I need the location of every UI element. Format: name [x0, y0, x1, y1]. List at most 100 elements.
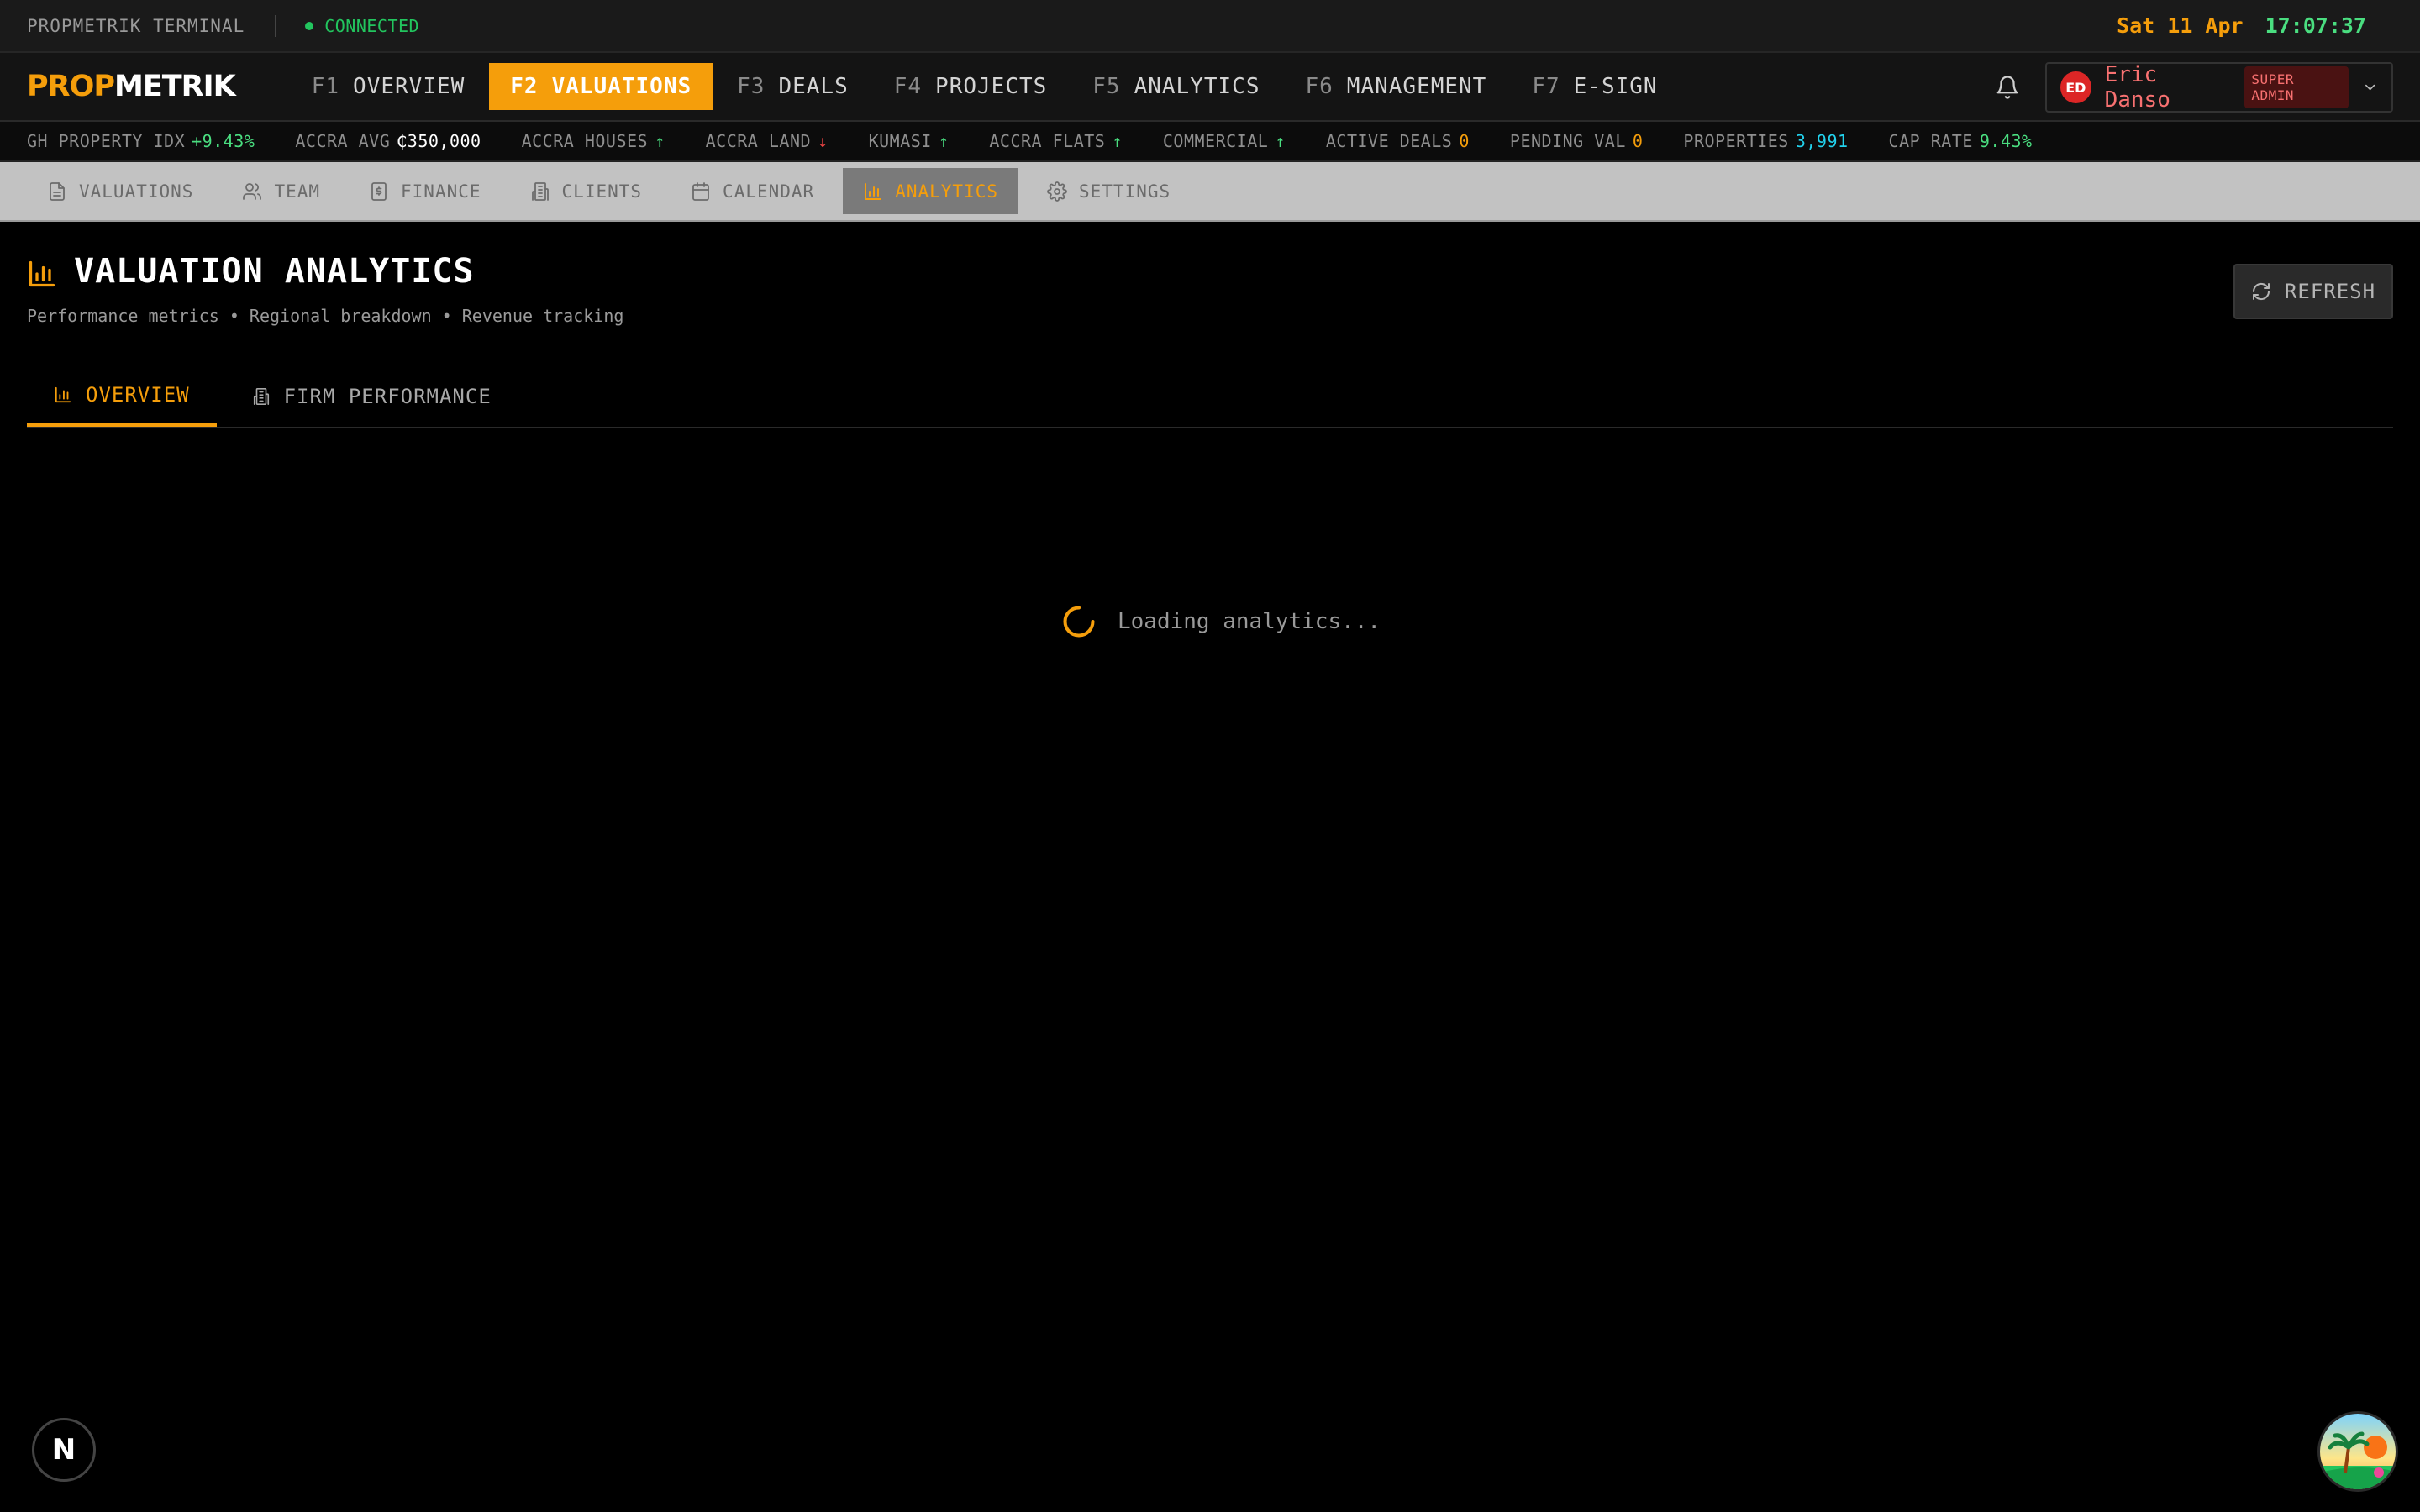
nav-item-valuations[interactable]: F2 VALUATIONS: [489, 63, 713, 110]
ticker-value: 3,991: [1795, 131, 1849, 151]
nav-item-management[interactable]: F6 MANAGEMENT: [1284, 63, 1507, 110]
subnav-item-calendar[interactable]: CALENDAR: [671, 168, 834, 214]
subnav-label: ANALYTICS: [895, 181, 998, 202]
avatar: ED: [2060, 71, 2091, 103]
subnav-item-team[interactable]: TEAM: [222, 168, 340, 214]
subnav-item-finance[interactable]: FINANCE: [349, 168, 502, 214]
loading-text: Loading analytics...: [1118, 609, 1381, 634]
ticker-item: GH PROPERTY IDX +9.43%: [27, 131, 255, 151]
nav-hotkey: F6: [1305, 74, 1334, 99]
nav-item-analytics[interactable]: F5 ANALYTICS: [1071, 63, 1281, 110]
nav-item-projects[interactable]: F4 PROJECTS: [873, 63, 1069, 110]
ticker-label: ACCRA FLATS: [989, 131, 1106, 151]
ticker-label: KUMASI: [868, 131, 932, 151]
ticker-item: ACCRA HOUSES ↑: [522, 131, 666, 151]
page-title: VALUATION ANALYTICS: [74, 252, 475, 291]
ticker-label: ACCRA HOUSES: [521, 131, 649, 151]
ticker-value: 9.43%: [1979, 131, 2033, 151]
nav-item-e-sign[interactable]: F7 E-SIGN: [1511, 63, 1678, 110]
ticker-item: PROPERTIES 3,991: [1683, 131, 1848, 151]
ticker-item: ACTIVE DEALS 0: [1326, 131, 1470, 151]
nav-label: MANAGEMENT: [1346, 74, 1487, 99]
ticker-value: ↓: [818, 131, 829, 151]
document-icon: [50, 181, 65, 201]
nav-label: ANALYTICS: [1134, 74, 1260, 99]
nav-item-overview[interactable]: F1 OVERVIEW: [291, 63, 487, 110]
subnav-label: CALENDAR: [723, 181, 815, 202]
refresh-icon: [2252, 282, 2270, 301]
nav-label: E-SIGN: [1573, 74, 1658, 99]
building-icon: [531, 181, 549, 201]
nav-hotkey: F5: [1092, 74, 1121, 99]
ticker-value: +9.43%: [192, 131, 255, 151]
ticker-label: CAP RATE: [1888, 131, 1973, 151]
gear-icon: [1047, 181, 1067, 202]
ticker-label: COMMERCIAL: [1162, 131, 1269, 151]
refresh-label: REFRESH: [2284, 280, 2376, 303]
ticker-item: ACCRA FLATS ↑: [989, 131, 1123, 151]
subnav-label: VALUATIONS: [79, 181, 194, 202]
tab-firm-performance[interactable]: FIRM PERFORMANCE: [225, 366, 518, 427]
subnav-label: CLIENTS: [561, 181, 643, 202]
refresh-button[interactable]: REFRESH: [2233, 264, 2393, 319]
ticker-label: ACCRA AVG: [295, 131, 391, 151]
spinner-icon: [1063, 606, 1095, 638]
bell-icon[interactable]: [1995, 73, 2020, 102]
dollar-file-icon: [371, 181, 387, 201]
clock: Sat 11 Apr 17:07:37: [2117, 13, 2366, 38]
sub-nav: VALUATIONS TEAM FINANCE CLIENTS CALENDAR…: [0, 162, 2420, 222]
ticker-label: ACCRA LAND: [705, 131, 812, 151]
ticker-item: PENDING VAL 0: [1510, 131, 1644, 151]
logo-part-metrik: METRIK: [114, 70, 236, 103]
next-devtools-button[interactable]: N: [32, 1418, 96, 1482]
subnav-label: TEAM: [274, 181, 321, 202]
market-ticker: GH PROPERTY IDX +9.43% ACCRA AVG ₵350,000 …: [0, 122, 2420, 162]
connection-dot-icon: [305, 21, 314, 30]
subnav-item-analytics[interactable]: ANALYTICS: [843, 168, 1018, 214]
nav-label: PROJECTS: [935, 74, 1048, 99]
tab-overview[interactable]: OVERVIEW: [27, 366, 217, 427]
brand-logo[interactable]: PROPMETRIK: [27, 70, 236, 103]
users-icon: [243, 182, 262, 200]
bar-chart-icon: [55, 386, 71, 403]
clock-time: 17:07:37: [2265, 13, 2366, 38]
ticker-item: KUMASI ↑: [869, 131, 950, 151]
ticker-value: ↑: [938, 131, 950, 151]
loading-indicator: Loading analytics...: [1060, 603, 1381, 640]
ticker-value: ↑: [1275, 131, 1286, 151]
ticker-value: ↑: [655, 131, 666, 151]
bar-chart-icon: [865, 182, 882, 200]
nav-hotkey: F2: [510, 74, 539, 99]
user-name: Eric Danso: [2104, 62, 2170, 113]
bar-chart-icon: [29, 260, 55, 287]
ticker-label: PENDING VAL: [1509, 131, 1626, 151]
beach-widget-button[interactable]: [2317, 1411, 2398, 1492]
tab-label: FIRM PERFORMANCE: [283, 385, 492, 408]
subnav-label: SETTINGS: [1079, 181, 1171, 202]
terminal-title: PROPMETRIK TERMINAL: [27, 15, 245, 36]
user-menu[interactable]: ED Eric Danso SUPER ADMIN: [2045, 62, 2393, 113]
page-subtitle: Performance metrics • Regional breakdown…: [27, 306, 624, 326]
nav-item-deals[interactable]: F3 DEALS: [716, 63, 870, 110]
status-divider: [275, 14, 277, 37]
ticker-item: ACCRA AVG ₵350,000: [295, 131, 481, 151]
clock-date: Sat 11 Apr: [2117, 13, 2244, 38]
nav-label: OVERVIEW: [353, 74, 466, 99]
subnav-item-valuations[interactable]: VALUATIONS: [27, 168, 213, 214]
ticker-value: 0: [1632, 131, 1644, 151]
building-icon: [253, 388, 269, 405]
ticker-value: ₵350,000: [397, 131, 481, 151]
subnav-item-clients[interactable]: CLIENTS: [510, 168, 663, 214]
nav-hotkey: F4: [893, 74, 923, 99]
ticker-item: ACCRA LAND ↓: [706, 131, 829, 151]
calendar-icon: [692, 181, 709, 201]
tab-label: OVERVIEW: [86, 383, 190, 407]
nav-hotkey: F3: [737, 74, 765, 99]
ticker-label: PROPERTIES: [1683, 131, 1789, 151]
ticker-value: 0: [1459, 131, 1470, 151]
analytics-tabs: OVERVIEW FIRM PERFORMANCE: [27, 366, 2393, 428]
subnav-item-settings[interactable]: SETTINGS: [1027, 168, 1191, 214]
ticker-item: CAP RATE 9.43%: [1889, 131, 2033, 151]
connection-status: CONNECTED: [305, 16, 419, 36]
connection-label: CONNECTED: [324, 15, 420, 36]
